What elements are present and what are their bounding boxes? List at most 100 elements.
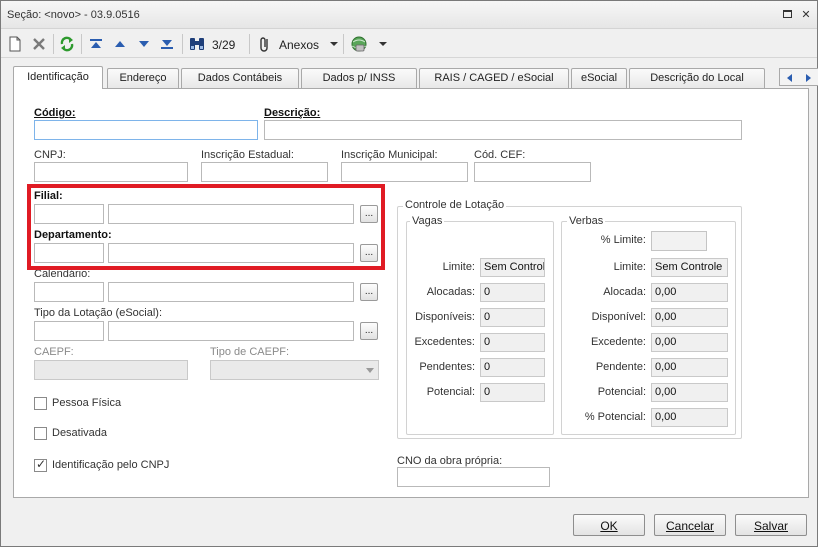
inscricao-municipal-label: Inscrição Municipal:: [341, 149, 438, 161]
verbas-potencial-value: 0,00: [651, 383, 728, 402]
verbas-group: [561, 221, 736, 435]
inscricao-estadual-input[interactable]: [201, 162, 328, 182]
ok-button[interactable]: OK: [573, 514, 645, 536]
vagas-excedentes-label: Excedentes:: [414, 336, 475, 348]
last-record-icon[interactable]: [159, 35, 175, 53]
previous-record-icon[interactable]: [112, 35, 128, 53]
tab-endereco[interactable]: Endereço: [107, 68, 179, 88]
verbas-pct-potencial-label: % Potencial:: [584, 411, 646, 423]
cnpj-label: CNPJ:: [34, 149, 66, 161]
verbas-disponivel-label: Disponível:: [591, 311, 646, 323]
controle-lotacao-title: Controle de Lotação: [403, 199, 507, 211]
desativada-checkbox[interactable]: [34, 427, 47, 440]
verbas-disponivel-value: 0,00: [651, 308, 728, 327]
desativada-label: Desativada: [52, 427, 108, 439]
tipo-caepf-select: [210, 360, 379, 380]
tab-dados-contabeis[interactable]: Dados Contábeis: [181, 68, 299, 88]
cancel-button[interactable]: Cancelar: [654, 514, 726, 536]
tab-strip: Identificação Endereço Dados Contábeis D…: [13, 66, 818, 89]
section-window: Seção: <novo> - 03.9.0516 ✕ 3/29 Anexos …: [0, 0, 818, 547]
cno-input[interactable]: [397, 467, 550, 487]
cnpj-input[interactable]: [34, 162, 188, 182]
first-record-icon[interactable]: [88, 35, 104, 53]
codigo-input[interactable]: [34, 120, 258, 140]
cod-cef-input[interactable]: [474, 162, 591, 182]
tab-esocial[interactable]: eSocial: [571, 68, 627, 88]
tipo-lotacao-code-input[interactable]: [34, 321, 104, 341]
vagas-alocadas-value: 0: [480, 283, 545, 302]
chevron-down-icon[interactable]: [378, 35, 388, 53]
verbas-potencial-label: Potencial:: [597, 386, 646, 398]
vagas-excedentes-value: 0: [480, 333, 545, 352]
tipo-lotacao-name-input[interactable]: [108, 321, 354, 341]
calendario-code-input[interactable]: [34, 282, 104, 302]
tab-scroll-left-icon[interactable]: [784, 72, 796, 84]
cod-cef-label: Cód. CEF:: [474, 149, 526, 161]
tipo-lotacao-lookup-button[interactable]: ...: [360, 322, 378, 340]
tipo-lotacao-label: Tipo da Lotação (eSocial):: [34, 307, 162, 319]
descricao-input[interactable]: [264, 120, 742, 140]
toolbar: 3/29 Anexos: [1, 30, 817, 58]
verbas-limite-value: Sem Controle: [651, 258, 728, 277]
calendario-name-input[interactable]: [108, 282, 354, 302]
vagas-pendentes-label: Pendentes:: [419, 361, 475, 373]
tab-dados-inss[interactable]: Dados p/ INSS: [301, 68, 417, 88]
verbas-pct-potencial-value: 0,00: [651, 408, 728, 427]
codigo-label: Código:: [34, 107, 76, 119]
vagas-group: [406, 221, 554, 435]
caepf-input: [34, 360, 188, 380]
inscricao-estadual-label: Inscrição Estadual:: [201, 149, 294, 161]
pessoa-fisica-label: Pessoa Física: [52, 397, 122, 409]
toolbar-separator: [182, 34, 183, 54]
globe-icon[interactable]: [349, 35, 369, 53]
cno-label: CNO da obra própria:: [397, 455, 503, 467]
refresh-icon[interactable]: [59, 35, 75, 53]
vagas-alocadas-label: Alocadas:: [426, 286, 475, 298]
paperclip-icon[interactable]: [257, 35, 273, 53]
tab-scroll-right-icon[interactable]: [802, 72, 814, 84]
toolbar-separator: [53, 34, 54, 54]
inscricao-municipal-input[interactable]: [341, 162, 468, 182]
vagas-pendentes-value: 0: [480, 358, 545, 377]
identificacao-cnpj-label: Identificação pelo CNPJ: [52, 459, 170, 471]
verbas-pendente-value: 0,00: [651, 358, 728, 377]
toolbar-separator: [249, 34, 250, 54]
vagas-limite-value: Sem Controle: [480, 258, 545, 277]
delete-icon[interactable]: [31, 35, 47, 53]
binoculars-icon[interactable]: [188, 35, 206, 53]
title-bar: Seção: <novo> - 03.9.0516 ✕: [1, 1, 817, 29]
save-button[interactable]: Salvar: [735, 514, 807, 536]
chevron-down-icon[interactable]: [329, 35, 339, 53]
new-document-icon[interactable]: [8, 35, 22, 53]
next-record-icon[interactable]: [136, 35, 152, 53]
maximize-icon[interactable]: [779, 7, 795, 23]
pessoa-fisica-checkbox[interactable]: [34, 397, 47, 410]
verbas-alocada-value: 0,00: [651, 283, 728, 302]
toolbar-separator: [81, 34, 82, 54]
descricao-label: Descrição:: [264, 107, 321, 119]
vagas-title: Vagas: [410, 215, 445, 227]
verbas-title: Verbas: [567, 215, 606, 227]
tab-identificacao[interactable]: Identificação: [13, 66, 103, 89]
chevron-down-icon: [366, 368, 374, 373]
highlight-frame: [27, 184, 385, 270]
caepf-label: CAEPF:: [34, 346, 74, 358]
vagas-disponiveis-label: Disponíveis:: [415, 311, 475, 323]
window-title: Seção: <novo> - 03.9.0516: [7, 9, 140, 21]
calendario-lookup-button[interactable]: ...: [360, 283, 378, 301]
record-counter: 3/29: [212, 38, 236, 52]
close-icon[interactable]: ✕: [798, 7, 814, 23]
verbas-alocada-label: Alocada:: [603, 286, 646, 298]
verbas-excedente-value: 0,00: [651, 333, 728, 352]
identificacao-cnpj-checkbox[interactable]: [34, 457, 47, 472]
toolbar-separator: [343, 34, 344, 54]
vagas-limite-label: Limite:: [442, 261, 475, 273]
tab-rais-caged-esocial[interactable]: RAIS / CAGED / eSocial: [419, 68, 569, 88]
vagas-potencial-value: 0: [480, 383, 545, 402]
verbas-limite-label: Limite:: [613, 261, 646, 273]
verbas-pendente-label: Pendente:: [595, 361, 646, 373]
attachments-button[interactable]: Anexos: [279, 38, 319, 52]
tipo-caepf-label: Tipo de CAEPF:: [210, 346, 290, 358]
verbas-pct-limite-input[interactable]: [651, 231, 707, 251]
tab-descricao-local[interactable]: Descrição do Local: [629, 68, 765, 88]
